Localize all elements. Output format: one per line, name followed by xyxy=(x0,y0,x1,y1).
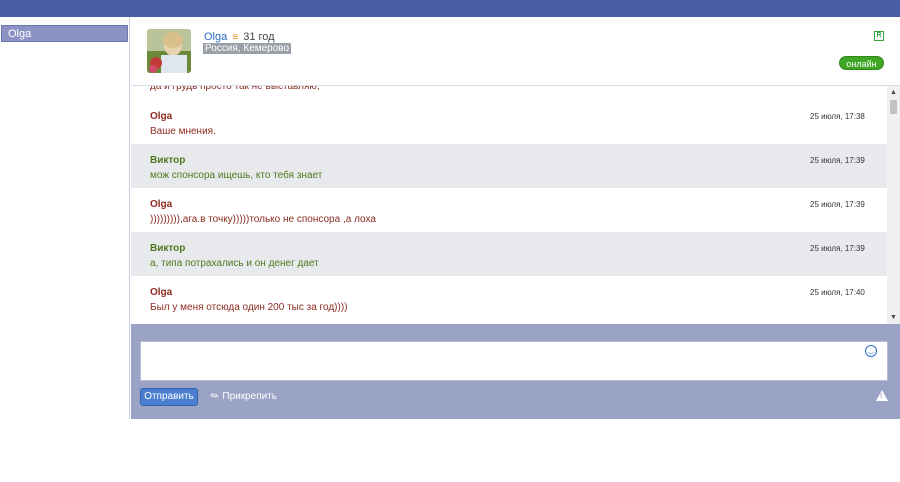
scroll-up-icon[interactable]: ▲ xyxy=(889,88,898,97)
rss-icon: ≡ xyxy=(232,32,239,43)
user-name-link[interactable]: Olga xyxy=(204,31,227,43)
paperclip-icon: ✎ xyxy=(208,389,222,404)
message-time: 25 июля, 17:39 xyxy=(810,156,865,165)
message-partial: да и грудь просто так не выставляю, xyxy=(150,86,320,92)
attach-button[interactable]: ✎Прикрепить xyxy=(208,389,278,404)
top-bar xyxy=(0,0,900,17)
r-badge-icon[interactable]: R xyxy=(874,31,884,41)
message: Olga 25 июля, 17:38 Ваше мнения. xyxy=(131,100,887,144)
smiley-icon[interactable]: ‿ xyxy=(865,345,877,357)
chat-panel: Olga ≡ 31 год Россия, Кемерово R онлайн … xyxy=(131,17,900,419)
send-button[interactable]: Отправить xyxy=(140,388,198,406)
message-text: Был у меня отсюда один 200 тыс за год)))… xyxy=(150,302,348,313)
online-badge: онлайн xyxy=(839,56,884,70)
message: Olga 25 июля, 17:39 ))))))))),ага.в точк… xyxy=(131,188,887,232)
message-time: 25 июля, 17:40 xyxy=(810,288,865,297)
contact-item-olga[interactable]: Olga xyxy=(1,25,128,42)
message-author[interactable]: Olga xyxy=(150,199,172,210)
user-location: Россия, Кемерово xyxy=(203,43,292,54)
message-text: а, типа потрахались и он денег дает xyxy=(150,258,319,269)
message: Виктор 25 июля, 17:39 а, типа потрахалис… xyxy=(131,232,887,276)
message-author[interactable]: Виктор xyxy=(150,243,185,254)
message-time: 25 июля, 17:38 xyxy=(810,112,865,121)
contacts-sidebar: Olga xyxy=(0,17,130,419)
user-line: Olga ≡ 31 год xyxy=(204,31,275,43)
message-time: 25 июля, 17:39 xyxy=(810,244,865,253)
message-author[interactable]: Виктор xyxy=(150,155,185,166)
message-list: да и грудь просто так не выставляю, Olga… xyxy=(131,86,900,324)
scroll-down-icon[interactable]: ▼ xyxy=(889,313,898,322)
warning-icon[interactable]: ! xyxy=(876,390,888,401)
chat-scrollbar[interactable]: ▲ ▼ xyxy=(887,86,900,324)
message-author[interactable]: Olga xyxy=(150,111,172,122)
message: Olga 25 июля, 17:40 Был у меня отсюда од… xyxy=(131,276,887,320)
avatar[interactable] xyxy=(147,29,191,73)
message-text: Ваше мнения. xyxy=(150,126,216,137)
message-time: 25 июля, 17:39 xyxy=(810,200,865,209)
message-input[interactable]: ‿ xyxy=(140,341,888,381)
message: Виктор 25 июля, 17:39 мож спонсора ищешь… xyxy=(131,144,887,188)
attach-label: Прикрепить xyxy=(222,391,278,402)
user-age: 31 год xyxy=(243,31,275,43)
profile-header: Olga ≡ 31 год Россия, Кемерово R онлайн xyxy=(131,17,900,86)
message-text: ))))))))),ага.в точку)))))только не спон… xyxy=(150,214,376,225)
scroll-thumb[interactable] xyxy=(890,100,897,114)
message-author[interactable]: Olga xyxy=(150,287,172,298)
message-text: мож спонсора ищешь, кто тебя знает xyxy=(150,170,323,181)
